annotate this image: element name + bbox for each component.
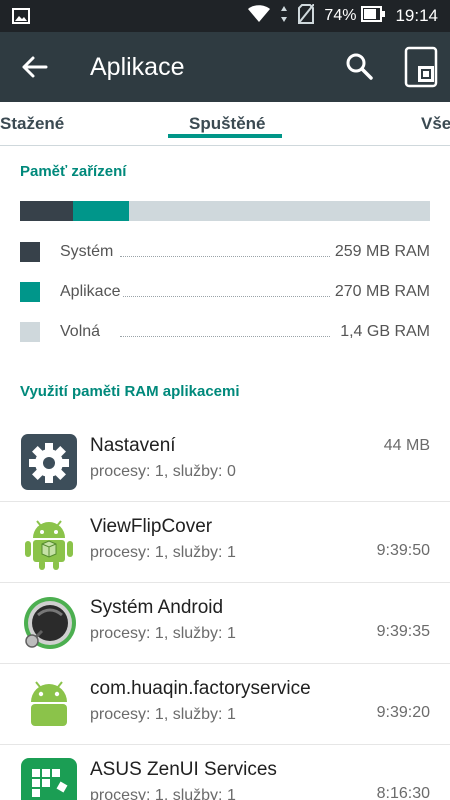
list-item[interactable]: com.huaqin.factoryservice procesy: 1, sl… [0, 664, 450, 745]
zenui-services-icon [20, 757, 78, 800]
tab-bar: Stažené Spuštěné Vše [0, 102, 450, 146]
app-runtime: 9:39:20 [376, 704, 430, 721]
legend-row-free: Volná 1,4 GB RAM [20, 322, 430, 344]
android-system-icon [20, 595, 78, 653]
memory-bar-apps [73, 201, 129, 221]
legend-row-system: Systém 259 MB RAM [20, 242, 430, 264]
clock: 19:14 [395, 6, 438, 25]
image-icon [12, 8, 30, 29]
list-item[interactable]: ASUS ZenUI Services procesy: 1, služby: … [0, 745, 450, 800]
status-bar: 74% 19:14 [0, 0, 450, 32]
legend-swatch-system [20, 242, 40, 262]
app-processes: procesy: 1, služby: 1 [90, 787, 236, 800]
battery-percent: 74% [324, 7, 357, 24]
app-memory: 44 MB [383, 437, 430, 454]
app-runtime: 9:39:35 [376, 623, 430, 640]
wifi-icon [248, 4, 271, 28]
page-title: Aplikace [90, 53, 185, 81]
apps-section-title: Využití paměti RAM aplikacemi [20, 383, 240, 400]
legend-value-free: 1,4 GB RAM [337, 322, 430, 342]
app-name: ViewFlipCover [90, 516, 213, 537]
memory-card-icon[interactable] [404, 46, 438, 88]
android-robot-icon [20, 514, 78, 572]
legend-value-apps: 270 MB RAM [331, 282, 430, 302]
list-item[interactable]: ViewFlipCover procesy: 1, služby: 1 9:39… [0, 502, 450, 583]
battery-icon [361, 5, 386, 27]
tab-downloaded[interactable]: Stažené [0, 114, 64, 134]
legend-label-free: Volná [60, 322, 104, 342]
tab-running[interactable]: Spuštěné [189, 114, 266, 134]
app-runtime: 9:39:50 [376, 542, 430, 559]
memory-bar-system [20, 201, 74, 221]
memory-usage-bar [20, 201, 430, 221]
app-name: Systém Android [90, 597, 224, 618]
legend-label-apps: Aplikace [60, 282, 124, 302]
app-name: ASUS ZenUI Services [90, 759, 277, 780]
app-processes: procesy: 1, služby: 1 [90, 625, 236, 642]
data-arrows-icon [280, 5, 288, 28]
legend-value-system: 259 MB RAM [331, 242, 430, 262]
list-item[interactable]: Nastavení procesy: 1, služby: 0 44 MB [0, 421, 450, 502]
legend-row-apps: Aplikace 270 MB RAM [20, 282, 430, 304]
app-processes: procesy: 1, služby: 1 [90, 706, 236, 723]
no-sim-icon [297, 2, 316, 29]
app-processes: procesy: 1, služby: 1 [90, 544, 236, 561]
app-runtime: 8:16:30 [376, 785, 430, 800]
app-name: Nastavení [90, 435, 176, 456]
app-name: com.huaqin.factoryservice [90, 678, 311, 699]
app-processes: procesy: 1, služby: 0 [90, 463, 236, 480]
tab-all[interactable]: Vše [421, 114, 450, 134]
legend-label-system: Systém [60, 242, 117, 262]
tab-indicator [168, 134, 282, 138]
android-robot-icon [20, 676, 78, 734]
search-icon[interactable] [344, 51, 374, 81]
legend-swatch-apps [20, 282, 40, 302]
back-arrow-icon[interactable] [18, 52, 52, 82]
list-item[interactable]: Systém Android procesy: 1, služby: 1 9:3… [0, 583, 450, 664]
memory-section-title: Paměť zařízení [20, 163, 127, 180]
settings-gear-icon [20, 433, 78, 491]
legend-swatch-free [20, 322, 40, 342]
app-bar: Aplikace [0, 32, 450, 102]
